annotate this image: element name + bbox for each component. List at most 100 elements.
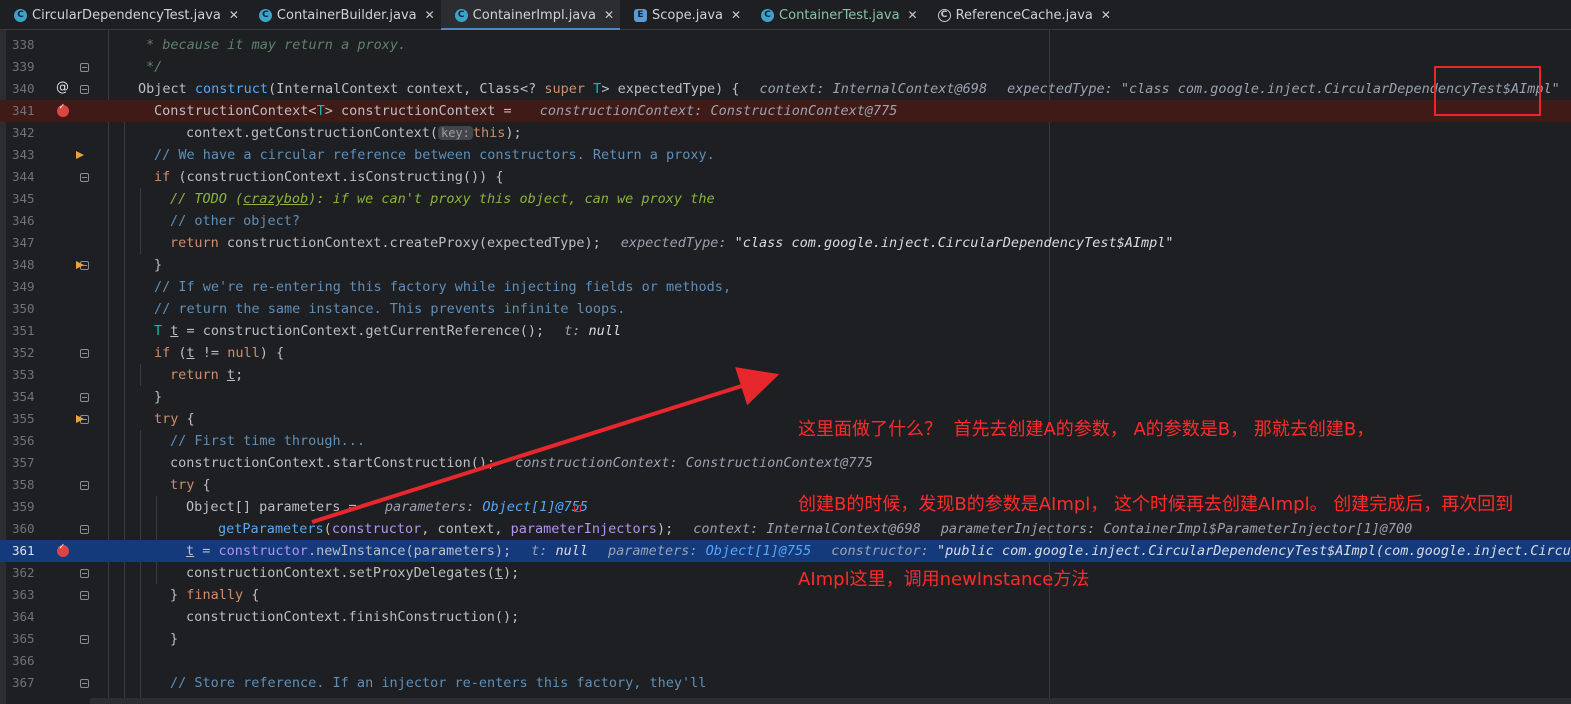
code-line[interactable]: 367 // Store reference. If an injector re… [0,672,1571,694]
line-number[interactable]: 349 [12,276,46,298]
line-number[interactable]: 355 [12,408,46,430]
code-token: finally [186,587,244,603]
class-icon: C [454,8,468,22]
line-number[interactable]: 357 [12,452,46,474]
fold-icon[interactable] [80,63,89,72]
line-number[interactable]: 348 [12,254,46,276]
code-line[interactable]: 350 // return the same instance. This pre… [0,298,1571,320]
small-marker-box [574,505,581,512]
code-line[interactable]: 351 T t = constructionContext.getCurrentR… [0,320,1571,342]
line-number[interactable]: 352 [12,342,46,364]
highlight-box [1434,66,1541,116]
code-line[interactable]: 348} [0,254,1571,276]
fold-icon[interactable] [80,85,89,94]
code-line[interactable]: 342 context.getConstructionContext(key: th… [0,122,1571,144]
tab-referencecache-java[interactable]: C ReferenceCache.java ✕ [924,0,1117,30]
line-number[interactable]: 346 [12,210,46,232]
code-text: context.getConstructionContext(key: this)… [186,122,522,144]
line-number[interactable]: 366 [12,650,46,672]
code-token: constructor [331,521,422,537]
code-line[interactable]: 338 * because it may return a proxy. [0,34,1571,56]
code-line[interactable]: 365} [0,628,1571,650]
breakpoint-icon[interactable] [57,102,69,117]
fold-icon[interactable] [80,569,89,578]
line-number[interactable]: 367 [12,672,46,694]
code-text: T t = constructionContext.getCurrentRefe… [154,320,621,342]
code-token: t [186,543,195,559]
code-line[interactable]: 349 // If we're re-entering this factory … [0,276,1571,298]
code-line[interactable]: 344 if (constructionContext.isConstructin… [0,166,1571,188]
close-icon[interactable]: ✕ [604,8,614,22]
code-line[interactable]: 345 // TODO (crazybob): if we can't proxy… [0,188,1571,210]
close-icon[interactable]: ✕ [1101,8,1111,22]
code-line[interactable]: 341 ConstructionContext<T> constructionCo… [0,100,1571,122]
code-token: , context, [421,521,511,537]
code-token: parameterInjectors [510,521,657,537]
tab-scope-java[interactable]: E Scope.java ✕ [620,0,747,30]
line-number[interactable]: 358 [12,474,46,496]
fold-icon[interactable] [80,349,89,358]
line-number[interactable]: 345 [12,188,46,210]
horizontal-scrollbar[interactable] [90,698,1571,704]
code-line[interactable]: 346 // other object? [0,210,1571,232]
fold-icon[interactable] [80,679,89,688]
inline-debug-value: expectedType: [620,235,735,251]
breakpoint-icon[interactable] [57,542,69,557]
close-icon[interactable]: ✕ [229,8,239,22]
line-number[interactable]: 356 [12,430,46,452]
line-number[interactable]: 354 [12,386,46,408]
annotation-gutter-icon[interactable]: @ [56,80,69,95]
fold-icon[interactable] [80,173,89,182]
line-number[interactable]: 342 [12,122,46,144]
tab-circulardependencytest-java[interactable]: C CircularDependencyTest.java ✕ [0,0,245,30]
fold-icon[interactable] [80,525,89,534]
line-number[interactable]: 341 [12,100,46,122]
fold-icon[interactable] [80,591,89,600]
inline-debug-value: null [555,543,589,559]
line-number[interactable]: 360 [12,518,46,540]
code-line[interactable]: 347 return constructionContext.createProx… [0,232,1571,254]
code-token: * because it may return a proxy. [146,37,407,53]
code-line[interactable]: 366 [0,650,1571,672]
line-number[interactable]: 365 [12,628,46,650]
fold-icon[interactable] [80,481,89,490]
line-number[interactable]: 344 [12,166,46,188]
line-number[interactable]: 339 [12,56,46,78]
line-number[interactable]: 364 [12,606,46,628]
fold-icon[interactable] [80,393,89,402]
line-number[interactable]: 362 [12,562,46,584]
inline-debug-value: context: [693,521,767,537]
tab-label: ContainerImpl.java [472,7,596,23]
line-number[interactable]: 338 [12,34,46,56]
line-number[interactable]: 351 [12,320,46,342]
tab-containerimpl-java[interactable]: C ContainerImpl.java ✕ [440,0,621,31]
tab-containerbuilder-java[interactable]: C ContainerBuilder.java ✕ [245,0,441,30]
line-number[interactable]: 353 [12,364,46,386]
code-text: } [170,628,178,650]
fold-icon[interactable] [80,635,89,644]
line-number[interactable]: 343 [12,144,46,166]
inline-debug-value: constructionContext: [515,455,686,471]
line-number[interactable]: 350 [12,298,46,320]
code-line[interactable]: 340 @ Object construct(InternalContext con… [0,78,1571,100]
tab-containertest-java[interactable]: C ContainerTest.java ✕ [747,0,924,30]
line-number[interactable]: 361 [12,540,46,562]
inline-debug-value: ConstructionContext@775 [710,103,898,119]
close-icon[interactable]: ✕ [425,8,435,22]
code-token: this [472,125,506,141]
code-text: } [154,386,162,408]
inline-debug-value: t: [531,543,556,559]
close-icon[interactable]: ✕ [731,8,741,22]
close-icon[interactable]: ✕ [908,8,918,22]
line-number[interactable]: 359 [12,496,46,518]
code-token: ); [505,125,522,141]
line-number[interactable]: 340 [12,78,46,100]
code-text: Object[] parameters = parameters: Object… [186,496,588,518]
code-line[interactable]: 352 if (t != null) { [0,342,1571,364]
line-number[interactable]: 363 [12,584,46,606]
line-number[interactable]: 347 [12,232,46,254]
code-token: // If we're re-entering this factory whi… [154,279,732,295]
code-line[interactable]: 339 */ [0,56,1571,78]
code-line[interactable]: 343 // We have a circular reference betwe… [0,144,1571,166]
code-token: // First time through... [170,433,366,449]
